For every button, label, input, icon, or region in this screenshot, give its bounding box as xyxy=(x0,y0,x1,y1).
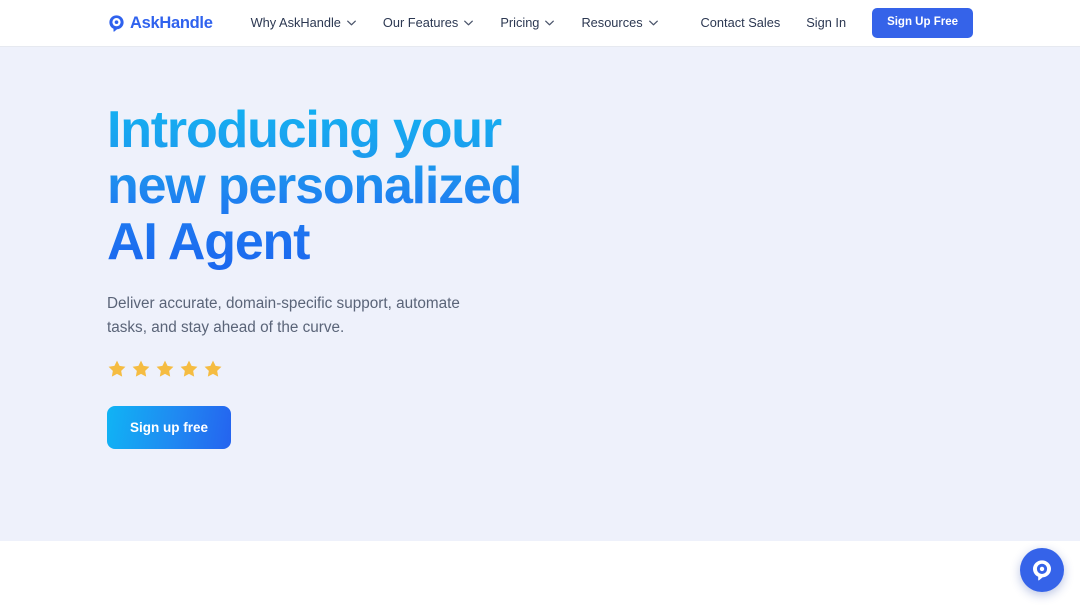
hero-section: Introducing your new personalized AI Age… xyxy=(0,47,1080,541)
nav-item-why-askhandle[interactable]: Why AskHandle xyxy=(250,14,356,30)
contact-sales-link[interactable]: Contact Sales xyxy=(701,16,781,30)
brand-name: AskHandle xyxy=(130,13,213,32)
chevron-down-icon xyxy=(648,20,658,26)
page-lower-section xyxy=(0,541,1080,608)
nav-item-label: Our Features xyxy=(382,14,459,30)
star-icon xyxy=(204,360,222,377)
nav-item-label: Why AskHandle xyxy=(250,14,341,30)
location-pin-circle-icon xyxy=(109,14,124,32)
hero-sign-up-free-button[interactable]: Sign up free xyxy=(107,405,232,450)
nav-item-our-features[interactable]: Our Features xyxy=(382,14,474,30)
star-icon xyxy=(108,360,126,377)
sign-in-link[interactable]: Sign In xyxy=(806,16,846,30)
chat-widget-button[interactable] xyxy=(1020,548,1064,592)
chevron-down-icon xyxy=(464,20,474,26)
main-navigation: Why AskHandle Our Features Pricing Resou… xyxy=(250,14,658,30)
chevron-down-icon xyxy=(545,20,555,26)
page-root: AskHandle Why AskHandle Our Features Pri… xyxy=(0,0,1080,608)
chevron-down-icon xyxy=(347,20,356,26)
header-actions: Contact Sales Sign In Sign Up Free xyxy=(701,8,973,38)
star-icon xyxy=(180,360,198,377)
sign-up-free-button[interactable]: Sign Up Free xyxy=(872,8,973,38)
page-title: Introducing your new personalized AI Age… xyxy=(107,102,527,271)
nav-item-resources[interactable]: Resources xyxy=(581,14,658,30)
nav-item-pricing[interactable]: Pricing xyxy=(500,14,555,30)
nav-item-label: Resources xyxy=(581,14,643,30)
hero-content: Introducing your new personalized AI Age… xyxy=(107,102,567,450)
star-icon xyxy=(156,360,174,377)
brand-logo[interactable]: AskHandle xyxy=(107,14,213,33)
site-header: AskHandle Why AskHandle Our Features Pri… xyxy=(0,0,1080,47)
nav-item-label: Pricing xyxy=(500,14,540,30)
chat-bubble-pin-icon xyxy=(1033,560,1051,581)
hero-subtitle: Deliver accurate, domain-specific suppor… xyxy=(107,295,460,336)
rating-stars xyxy=(107,359,567,379)
star-icon xyxy=(132,360,150,377)
